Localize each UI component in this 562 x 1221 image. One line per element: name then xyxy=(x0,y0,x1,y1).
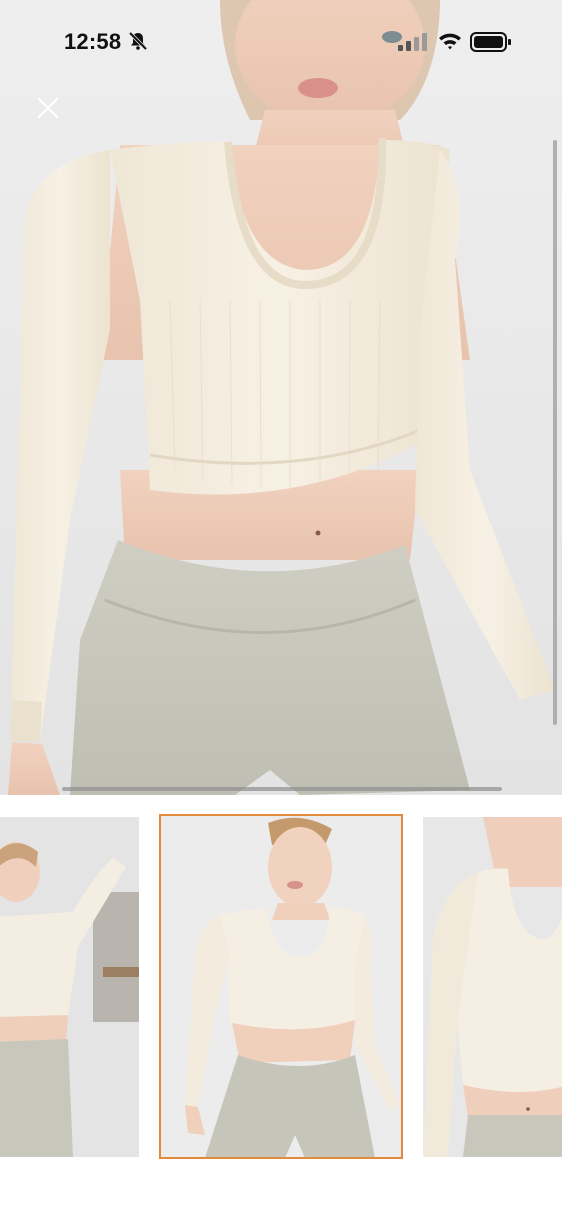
battery-icon xyxy=(470,32,512,52)
thumbnail-2-selected[interactable] xyxy=(159,814,403,1159)
wifi-icon xyxy=(438,31,462,51)
main-product-image[interactable]: 12:58 xyxy=(0,0,562,795)
thumbnail-1[interactable] xyxy=(0,817,139,1157)
thumbnail-3[interactable] xyxy=(423,817,562,1157)
thumbnail-3-image xyxy=(423,817,562,1157)
thumbnail-strip xyxy=(0,795,562,1221)
bell-slash-icon xyxy=(128,31,148,51)
cellular-signal-icon xyxy=(398,33,428,51)
thumbnail-1-image xyxy=(0,817,139,1157)
vertical-scrollbar[interactable] xyxy=(553,140,557,725)
main-photo-illustration xyxy=(8,0,555,795)
close-icon xyxy=(37,97,59,119)
status-bar: 12:58 xyxy=(0,0,562,84)
close-button[interactable] xyxy=(30,90,66,126)
thumbnail-2-image xyxy=(160,815,402,1158)
status-time: 12:58 xyxy=(64,29,122,54)
horizontal-scrollbar[interactable] xyxy=(62,787,502,791)
